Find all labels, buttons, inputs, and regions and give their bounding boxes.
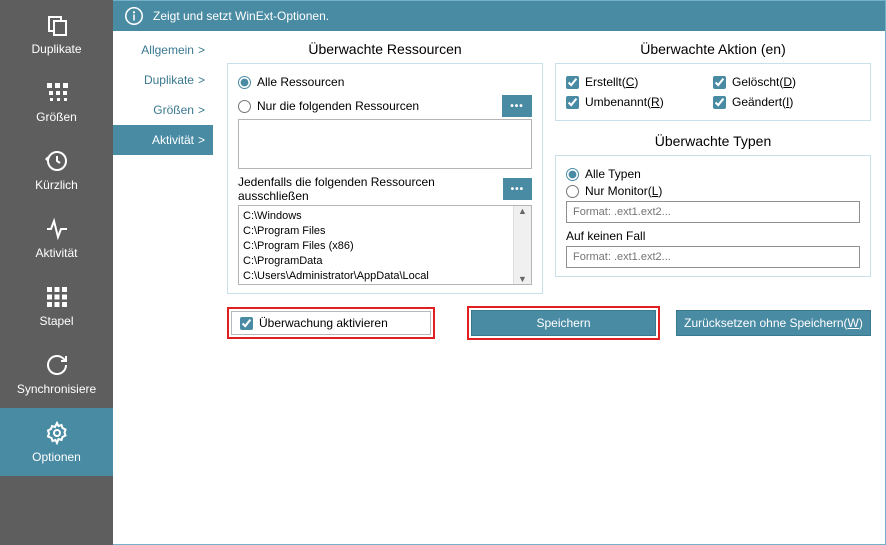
highlight-save: Speichern [467,306,660,340]
copy-icon [45,13,69,37]
exclude-list-content: C:\WindowsC:\Program FilesC:\Program Fil… [239,206,513,284]
exclude-types-input[interactable] [566,246,860,268]
info-icon [125,7,143,25]
sync-icon [45,353,69,377]
settings-tabs: Allgemein> Duplikate> Größen> Aktivität> [113,31,213,544]
tab-activity[interactable]: Aktivität> [113,125,213,155]
add-resource-button[interactable]: ••• [502,95,532,117]
resources-group: Alle Ressourcen Nur die folgenden Ressou… [227,63,543,294]
settings-content: Überwachte Ressourcen Alle Ressourcen Nu… [213,31,885,544]
tab-sizes[interactable]: Größen> [113,95,213,125]
sidebar-item-activity[interactable]: Aktivität [0,204,113,272]
include-types-input[interactable] [566,201,860,223]
sidebar-item-sizes[interactable]: Größen [0,68,113,136]
activity-icon [45,217,69,241]
radio-only-resources[interactable] [238,100,251,113]
include-list[interactable] [238,119,532,169]
scrollbar[interactable]: ▲▼ [513,206,531,284]
exclude-list[interactable]: C:\WindowsC:\Program FilesC:\Program Fil… [238,205,532,285]
chk-created[interactable] [566,76,579,89]
sidebar-item-recent[interactable]: Kürzlich [0,136,113,204]
sidebar-item-batch[interactable]: Stapel [0,272,113,340]
header-text: Zeigt und setzt WinExt-Optionen. [153,9,329,23]
resources-title: Überwachte Ressourcen [227,41,543,57]
header-bar: Zeigt und setzt WinExt-Optionen. [113,1,885,31]
types-group: Alle Typen Nur Monitor(L) Auf keinen Fal… [555,155,871,277]
chk-renamed[interactable] [566,96,579,109]
save-button[interactable]: Speichern [471,310,656,336]
never-label: Auf keinen Fall [566,229,645,243]
grid-3x3-icon [45,285,69,309]
sidebar-item-sync[interactable]: Synchronisiere [0,340,113,408]
radio-all-types[interactable] [566,168,579,181]
sidebar-item-duplicates[interactable]: Duplikate [0,0,113,68]
add-exclude-button[interactable]: ••• [503,178,532,200]
exclude-label: Jedenfalls die folgenden Ressourcen auss… [238,175,503,203]
sidebar-item-options[interactable]: Optionen [0,408,113,476]
chk-deleted[interactable] [713,76,726,89]
highlight-enable: Überwachung aktivieren [227,307,435,339]
scroll-down-icon[interactable]: ▼ [518,274,527,284]
action-row: Überwachung aktivieren Speichern Zurücks… [227,306,871,340]
reset-button[interactable]: Zurücksetzen ohne Speichern(W) [676,310,871,336]
scroll-up-icon[interactable]: ▲ [518,206,527,216]
types-title: Überwachte Typen [555,133,871,149]
chk-enable-monitoring[interactable] [240,317,253,330]
gear-icon [45,421,69,445]
tab-duplicates[interactable]: Duplikate> [113,65,213,95]
tab-general[interactable]: Allgemein> [113,35,213,65]
chk-changed[interactable] [713,96,726,109]
actions-group: Erstellt(C) Gelöscht(D) Umbenannt(R) Geä… [555,63,871,121]
sidebar: Duplikate Größen Kürzlich Aktivität Stap… [0,0,113,545]
history-icon [45,149,69,173]
radio-all-resources[interactable] [238,76,251,89]
actions-title: Überwachte Aktion (en) [555,41,871,57]
radio-only-types[interactable] [566,185,579,198]
grid-icon [45,81,69,105]
main-panel: Zeigt und setzt WinExt-Optionen. Allgeme… [113,0,886,545]
